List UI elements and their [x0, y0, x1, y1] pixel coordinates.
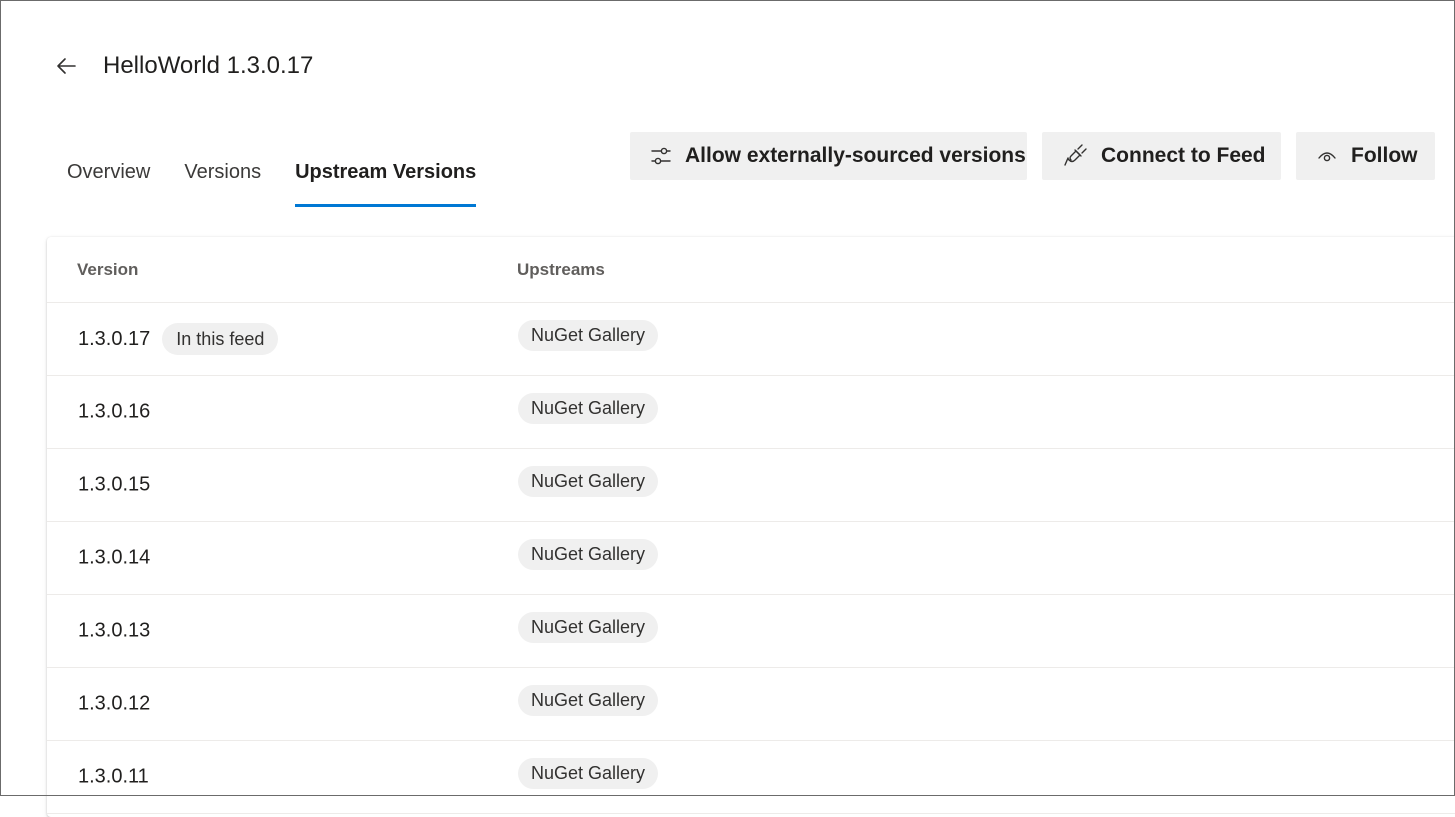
version-cell: 1.3.0.11: [78, 766, 149, 789]
tab-overview[interactable]: Overview: [50, 146, 167, 198]
upstream-versions-table: Version Upstreams 1.3.0.17 In this feed …: [47, 237, 1455, 817]
table-row[interactable]: 1.3.0.16 NuGet Gallery: [47, 376, 1455, 449]
version-cell: 1.3.0.15: [78, 474, 150, 497]
version-cell: 1.3.0.16: [78, 401, 150, 424]
connect-to-feed-button[interactable]: Connect to Feed: [1042, 132, 1281, 180]
upstream-pill: NuGet Gallery: [518, 466, 659, 497]
connect-button-label: Connect to Feed: [1101, 144, 1266, 167]
upstream-pill: NuGet Gallery: [518, 539, 659, 570]
tab-versions[interactable]: Versions: [167, 146, 278, 198]
table-header: Version Upstreams: [47, 237, 1455, 303]
page-title: HelloWorld 1.3.0.17: [103, 52, 314, 79]
in-this-feed-badge: In this feed: [162, 323, 279, 355]
column-header-version[interactable]: Version: [77, 237, 138, 303]
follow-button[interactable]: Follow: [1296, 132, 1435, 180]
table-row[interactable]: 1.3.0.17 In this feed NuGet Gallery: [47, 303, 1455, 376]
version-number: 1.3.0.12: [78, 692, 151, 715]
table-row[interactable]: 1.3.0.15 NuGet Gallery: [47, 449, 1455, 522]
column-header-upstreams[interactable]: Upstreams: [517, 237, 605, 303]
eye-icon: [1316, 143, 1338, 169]
tab-upstream-versions[interactable]: Upstream Versions: [278, 146, 493, 207]
version-number: 1.3.0.14: [78, 546, 151, 569]
table-row[interactable]: 1.3.0.11 NuGet Gallery: [47, 741, 1455, 814]
upstream-pill: NuGet Gallery: [518, 393, 659, 424]
version-number: 1.3.0.11: [78, 765, 149, 788]
table-row[interactable]: 1.3.0.14 NuGet Gallery: [47, 522, 1455, 595]
upstream-pill: NuGet Gallery: [518, 612, 659, 643]
version-number: 1.3.0.16: [78, 400, 151, 423]
action-toolbar: Allow externally-sourced versions Connec…: [630, 132, 1435, 180]
upstream-pill: NuGet Gallery: [518, 758, 659, 789]
sliders-icon: [650, 143, 672, 169]
table-row[interactable]: 1.3.0.13 NuGet Gallery: [47, 595, 1455, 668]
version-number: 1.3.0.17: [78, 327, 151, 350]
upstream-pill: NuGet Gallery: [518, 320, 659, 351]
tab-bar: Overview Versions Upstream Versions: [50, 146, 493, 207]
version-cell: 1.3.0.13: [78, 620, 150, 643]
arrow-left-icon: [57, 58, 76, 74]
plug-icon: [1062, 143, 1088, 169]
table-body: 1.3.0.17 In this feed NuGet Gallery 1.3.…: [47, 303, 1455, 814]
version-number: 1.3.0.13: [78, 619, 151, 642]
allow-button-label: Allow externally-sourced versions: [685, 144, 1026, 167]
page-header: HelloWorld 1.3.0.17: [0, 0, 1455, 130]
follow-button-label: Follow: [1351, 144, 1418, 167]
upstream-pill: NuGet Gallery: [518, 685, 659, 716]
version-cell: 1.3.0.17 In this feed: [78, 323, 279, 355]
version-cell: 1.3.0.14: [78, 547, 150, 570]
back-button[interactable]: [50, 50, 82, 82]
allow-externally-sourced-versions-button[interactable]: Allow externally-sourced versions: [630, 132, 1027, 180]
version-cell: 1.3.0.12: [78, 693, 150, 716]
version-number: 1.3.0.15: [78, 473, 151, 496]
table-row[interactable]: 1.3.0.12 NuGet Gallery: [47, 668, 1455, 741]
